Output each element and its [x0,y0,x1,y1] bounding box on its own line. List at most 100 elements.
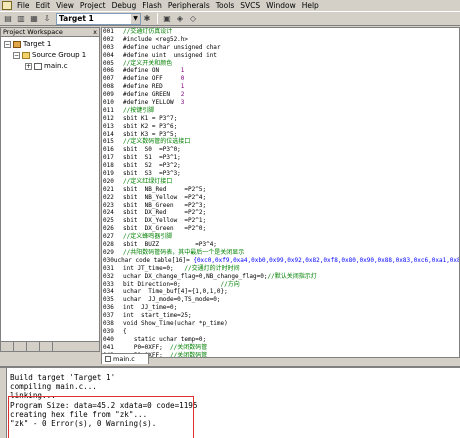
code-text: #define GREEN 2 [123,91,185,99]
code-line: 041 P0=0XFF; //关闭数码管 [102,343,459,352]
code-text: void Show_Time(uchar *p_time) [123,319,228,327]
menu-file[interactable]: File [14,0,33,11]
build-output-gutter [0,368,7,438]
code-line: 002 #include <reg52.h> [102,35,459,44]
code-text: uchar code table[16]= {0xc0,0xf9,0xa4,0x… [113,256,460,264]
code-text: //定义蜂鸣器引脚 [123,233,173,241]
code-line: 008 #define RED 1 [102,83,459,92]
code-line: 004 #define uint unsigned int [102,51,459,60]
line-number: 019 [102,170,117,178]
file-extensions-icon[interactable]: ▣ [161,13,173,25]
code-line: 016 sbit S0 =P3^0; [102,146,459,155]
line-number: 024 [102,209,117,218]
menu-view[interactable]: View [53,0,77,11]
code-text: //定义数码管的位选接口 [123,138,191,146]
line-number: 026 [102,225,117,234]
target-select[interactable]: Target 1 ▼ [56,12,141,25]
tree-item-main-c[interactable]: + main.c [25,61,68,71]
menu-debug[interactable]: Debug [109,0,140,11]
menu-peripherals[interactable]: Peripherals [165,0,213,11]
code-text: uchar Time_buf[4]={1,0,1,0}; [123,288,228,296]
menu-tools[interactable]: Tools [213,0,237,11]
line-number: 008 [102,83,117,92]
code-text: uchar DX_change_flag=0,NB_change_flag=0;… [123,272,317,280]
project-workspace-panel: Project Workspace x − Target 1 − Source … [0,27,100,352]
code-line: 009 #define GREEN 2 [102,91,459,100]
editor-tab-bar: main.c [101,352,221,364]
line-number: 013 [102,122,117,131]
menu-bar: File Edit View Project Debug Flash Perip… [0,0,460,11]
manage-components-icon[interactable]: ◈ [174,13,186,25]
code-text: sbit S0 =P3^0; [123,146,181,154]
tree-item-file-label: main.c [44,62,68,70]
code-text: #define uchar unsigned char [123,43,221,51]
code-line: 028 sbit BUZZ =P3^4; [102,241,459,249]
code-text: #define ON 1 [123,67,185,75]
line-number: 041 [102,343,117,352]
line-number: 033 [102,280,117,289]
collapse-icon[interactable]: − [13,51,20,59]
menu-svcs[interactable]: SVCS [237,0,263,11]
code-line: 012 sbit K1 = P3^7; [102,114,459,123]
code-text: uchar JJ_mode=0,TS_mode=0; [123,296,221,304]
line-number: 017 [102,154,117,163]
code-line: 038 void Show_Time(uchar *p_time) [102,319,459,328]
folder-icon [22,51,30,59]
code-text: bit Direction=0; //方向 [123,280,240,288]
build-line: linking... [10,391,56,401]
menu-flash[interactable]: Flash [139,0,165,11]
code-text: sbit DX_Red =P2^2; [123,209,207,217]
menu-edit[interactable]: Edit [33,0,54,11]
code-lines: 001 //交通灯仿真设计 002 #include <reg52.h> 003 #def… [102,28,460,357]
tree-item-target[interactable]: − Target 1 [4,39,51,49]
line-number: 010 [102,99,117,107]
code-line: 029 //共阳数码管码表，其中最后一个是关闭显示 [102,248,459,257]
file-icon [105,356,111,362]
code-line: 027 //定义蜂鸣器引脚 [102,233,459,242]
download-icon[interactable]: ⇩ [41,13,53,25]
tab-functions[interactable] [27,342,40,351]
menu-window[interactable]: Window [263,0,299,11]
rebuild-icon[interactable]: ▦ [28,13,40,25]
menu-help[interactable]: Help [299,0,322,11]
line-number: 001 [102,28,117,36]
code-text: #define RED 1 [123,83,185,91]
line-number: 036 [102,304,117,313]
select-packs-icon[interactable]: ◇ [187,13,199,25]
build-output-panel: Build target 'Target 1' compiling main.c… [0,366,460,438]
target-icon [13,40,21,48]
target-options-icon[interactable]: ✱ [141,13,153,25]
line-number: 021 [102,185,117,194]
chevron-down-icon[interactable]: ▼ [131,13,140,24]
code-line: 032 uchar DX_change_flag=0,NB_change_flag… [102,272,459,281]
code-text: sbit S3 =P3^3; [123,170,181,178]
line-number: 035 [102,296,117,305]
code-editor[interactable]: 001 //交通灯仿真设计 002 #include <reg52.h> 003 #def… [101,27,460,358]
code-line: 013 sbit K2 = P3^6; [102,122,459,131]
code-line: 025 sbit DX_Yellow =P2^1; [102,217,459,226]
tab-books[interactable] [14,342,27,351]
code-text: sbit S2 =P3^2; [123,162,181,170]
expand-icon[interactable]: + [25,62,32,70]
code-line: 018 sbit S2 =P3^2; [102,162,459,171]
code-text: sbit DX_Green =P2^0; [123,225,207,233]
close-icon[interactable]: x [91,28,99,36]
build-icon[interactable]: ▥ [15,13,27,25]
build-line: creating hex file from "zk"... [10,409,148,419]
target-select-value: Target 1 [59,13,94,23]
code-line: 005 //定义开关和颜色 [102,59,459,68]
line-number: 015 [102,138,117,147]
build-line: Program Size: data=45.2 xdata=0 code=119… [10,400,198,410]
code-line: 035 uchar JJ_mode=0,TS_mode=0; [102,296,459,305]
code-text: //定义红绿灯接口 [123,177,173,185]
code-text: //交通灯仿真设计 [123,28,173,35]
toolbar-separator [157,13,158,24]
translate-icon[interactable]: ▤ [2,13,14,25]
line-number: 040 [102,335,117,344]
tree-item-source-group[interactable]: − Source Group 1 [13,50,86,60]
tab-templates[interactable] [40,342,53,351]
tab-main-c[interactable]: main.c [101,353,149,364]
collapse-icon[interactable]: − [4,40,11,48]
tab-project[interactable] [1,342,14,351]
menu-project[interactable]: Project [77,0,109,11]
